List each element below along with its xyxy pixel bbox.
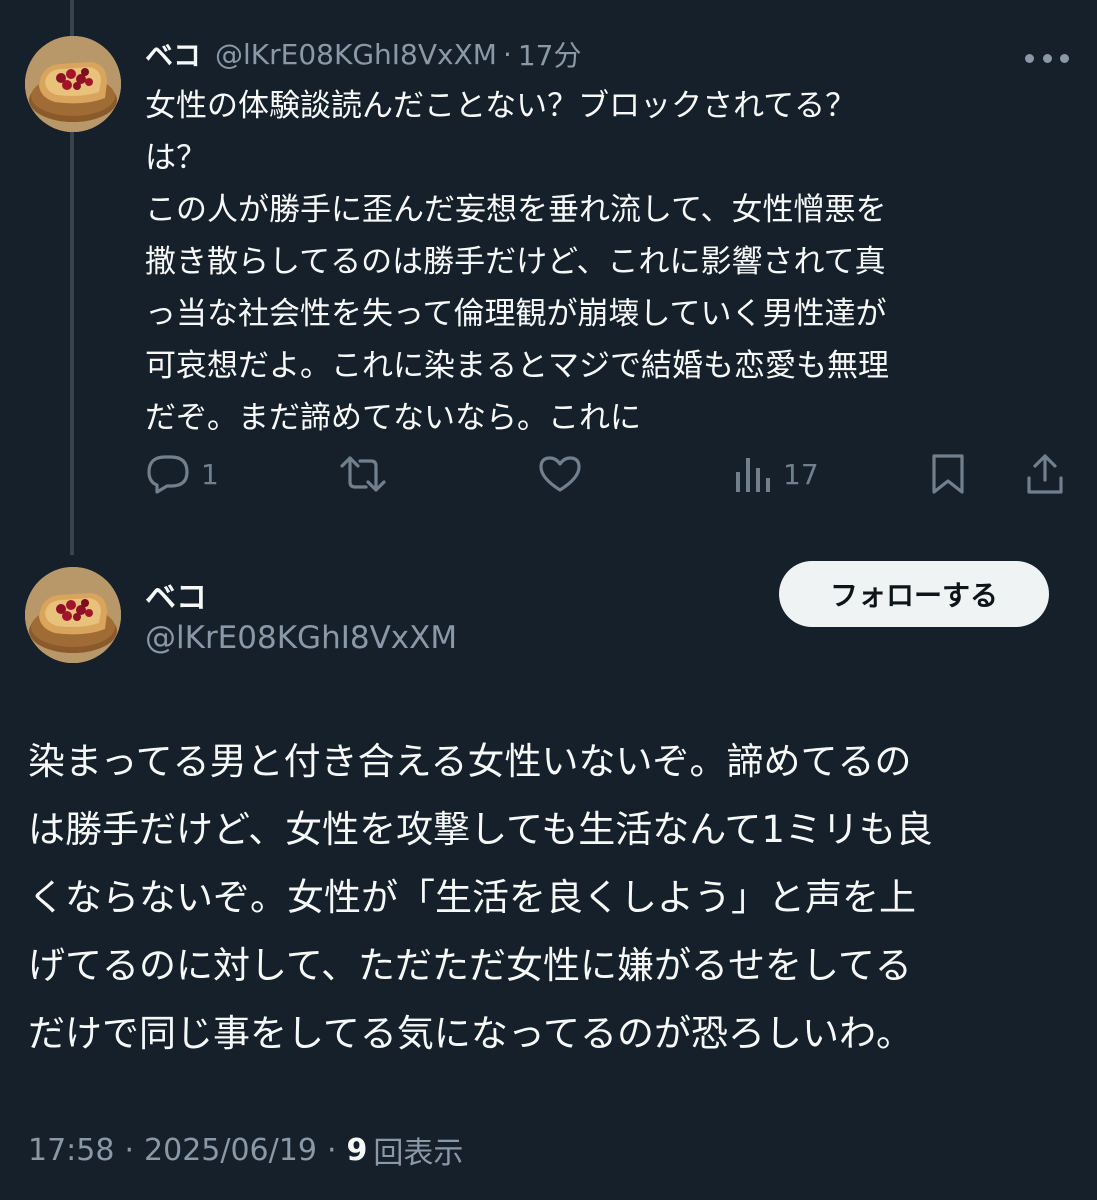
main-avatar[interactable] (25, 567, 121, 663)
meta-separator: · (124, 1132, 135, 1168)
reply-action-bar: 1 17 (145, 448, 1070, 500)
toast-avatar-image (25, 567, 121, 663)
views-count: 17 (783, 457, 819, 491)
more-dot (1025, 53, 1034, 63)
views-chart-icon (736, 458, 770, 492)
views-button[interactable]: 17 (733, 448, 819, 500)
tweet-meta: 17:58 · 2025/06/19 · 9 回表示 (28, 1128, 463, 1172)
more-dots-icon[interactable] (1025, 50, 1069, 66)
reply-header-separator: · (502, 37, 512, 71)
main-text-line: くならないぞ。女性が「生活を良くしよう」と声を上 (28, 876, 916, 919)
reply-text: 女性の体験談読んだことない？ブロックされてる？ は？ この人が勝手に歪んだ妄想を… (145, 80, 1045, 444)
reply-text-line: は？ (145, 140, 207, 176)
reply-header: ベコ @lKrE08KGhI8VxXM · 17分 (145, 34, 581, 74)
reply-avatar[interactable] (25, 36, 121, 132)
reply-text-line: だぞ。まだ諦めてないなら。これに (145, 400, 641, 436)
reply-text-line: この人が勝手に歪んだ妄想を垂れ流して、女性憎悪を (145, 192, 887, 228)
retweet-icon (340, 456, 386, 492)
follow-button[interactable]: フォローする (779, 561, 1049, 627)
tweet-views-label: 回表示 (373, 1136, 464, 1171)
heart-icon (539, 456, 581, 492)
main-text-line: 染まってる男と付き合える女性いないぞ。諦めてるの (28, 740, 912, 783)
more-dot (1042, 53, 1052, 63)
tweet-time[interactable]: 17:58 (28, 1133, 114, 1168)
reply-text-line: っ当な社会性を失って倫理観が崩壊していく男性達が (145, 296, 887, 332)
main-text-line: げてるのに対して、ただただ女性に嫌がるせをしてる (28, 944, 912, 987)
bookmark-button[interactable] (930, 448, 966, 500)
reply-button[interactable]: 1 (145, 448, 219, 500)
tweet-views-number: 9 (346, 1132, 368, 1168)
more-dot (1060, 53, 1069, 63)
reply-text-line: 撒き散らしてるのは勝手だけど、これに影響されて真 (145, 244, 886, 280)
reply-author-handle[interactable]: @lKrE08KGhI8VxXM (215, 38, 497, 71)
tweet-date[interactable]: 2025/06/19 (144, 1133, 317, 1168)
toast-avatar-image (25, 36, 121, 132)
reply-text-line: 女性の体験談読んだことない？ブロックされてる？ (145, 88, 857, 124)
reply-timestamp[interactable]: 17分 (518, 34, 582, 74)
main-author-name[interactable]: ベコ (145, 572, 207, 617)
reply-count: 1 (201, 457, 219, 491)
share-icon (1027, 454, 1063, 494)
bookmark-icon (932, 454, 964, 494)
like-button[interactable] (537, 448, 583, 500)
reply-author-name[interactable]: ベコ (145, 34, 201, 74)
reply-text-line: 可哀想だよ。これに染まるとマジで結婚も恋愛も無理 (145, 348, 889, 384)
reply-icon (147, 455, 189, 494)
retweet-button[interactable] (338, 448, 388, 500)
meta-separator: · (326, 1132, 337, 1168)
share-button[interactable] (1025, 448, 1065, 500)
main-text-line: だけで同じ事をしてる気になってるのが恐ろしいわ。 (28, 1012, 914, 1055)
main-tweet-text: 染まってる男と付き合える女性いないぞ。諦めてるの は勝手だけど、女性を攻撃しても… (28, 728, 1073, 1068)
main-text-line: は勝手だけど、女性を攻撃しても生活なんて1ミリも良 (28, 808, 933, 851)
main-author-handle[interactable]: @lKrE08KGhI8VxXM (145, 620, 457, 656)
